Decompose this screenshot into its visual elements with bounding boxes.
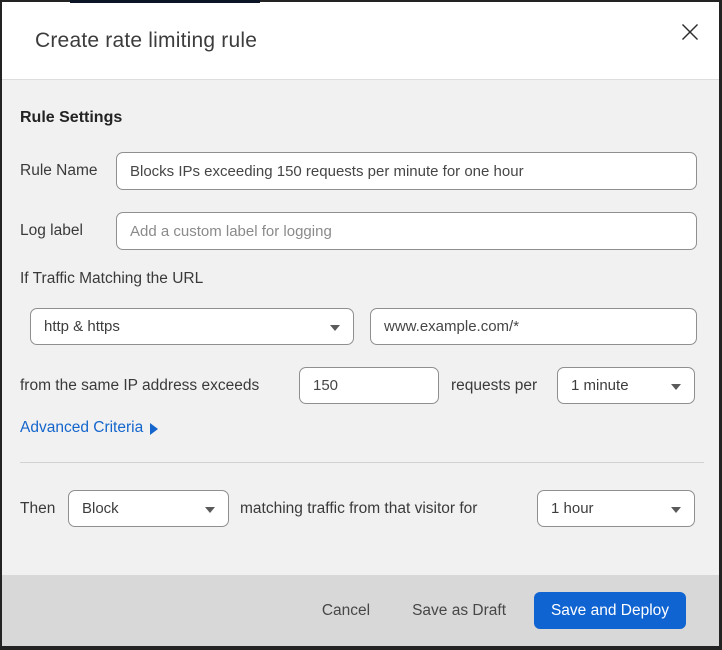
action-select-value: Block [82, 500, 119, 517]
scheme-select-value: http & https [44, 318, 120, 335]
action-prefix-text: Then [20, 500, 56, 517]
cancel-button[interactable]: Cancel [308, 594, 384, 628]
triangle-right-icon [150, 422, 159, 435]
dialog-title: Create rate limiting rule [35, 29, 258, 52]
duration-select-value: 1 hour [551, 500, 594, 517]
dialog-footer: Cancel Save as Draft Save and Deploy [2, 575, 719, 646]
rate-middle-text: requests per [451, 377, 538, 394]
chevron-down-icon [330, 324, 340, 331]
create-rate-limiting-rule-dialog: Create rate limiting rule Rule Settings … [0, 0, 722, 650]
action-select[interactable]: Block [68, 490, 229, 527]
top-accent-strip [70, 0, 260, 3]
advanced-criteria-label: Advanced Criteria [20, 419, 144, 436]
rate-prefix-text: from the same IP address exceeds [20, 377, 260, 394]
close-button[interactable] [677, 19, 703, 45]
period-select-value: 1 minute [571, 377, 629, 394]
save-and-deploy-button[interactable]: Save and Deploy [534, 592, 686, 629]
rule-name-input[interactable] [116, 152, 697, 190]
dialog-body: Rule Settings Rule Name Log label If Tra… [2, 81, 719, 575]
close-icon [682, 24, 698, 40]
save-as-draft-button[interactable]: Save as Draft [398, 594, 520, 628]
advanced-criteria-link[interactable]: Advanced Criteria [20, 419, 159, 437]
chevron-down-icon [671, 383, 681, 390]
rule-name-label: Rule Name [20, 162, 98, 179]
section-title: Rule Settings [20, 109, 123, 126]
period-select[interactable]: 1 minute [557, 367, 695, 404]
dialog-header: Create rate limiting rule [2, 2, 719, 80]
threshold-input[interactable] [299, 367, 439, 404]
url-pattern-input[interactable] [370, 308, 697, 345]
action-middle-text: matching traffic from that visitor for [240, 500, 478, 517]
log-label-input[interactable] [116, 212, 697, 250]
duration-select[interactable]: 1 hour [537, 490, 695, 527]
log-label-label: Log label [20, 222, 83, 239]
chevron-down-icon [205, 506, 215, 513]
section-divider [20, 462, 704, 463]
scheme-select[interactable]: http & https [30, 308, 354, 345]
traffic-match-intro: If Traffic Matching the URL [20, 270, 204, 287]
chevron-down-icon [671, 506, 681, 513]
